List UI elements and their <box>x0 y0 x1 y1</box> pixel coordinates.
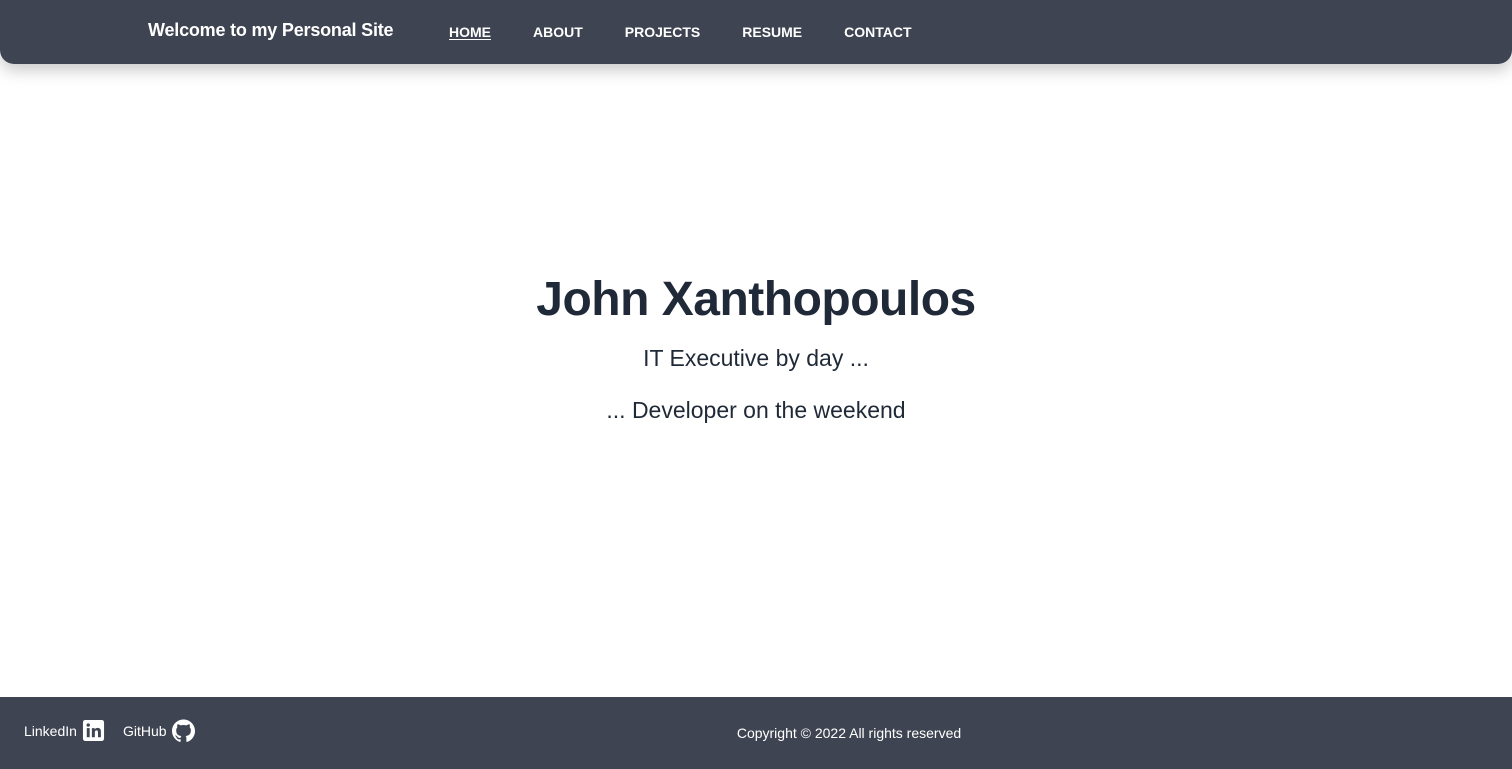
github-icon <box>171 719 195 742</box>
linkedin-icon <box>82 719 105 742</box>
linkedin-label: LinkedIn <box>24 722 77 739</box>
nav-contact-link[interactable]: CONTACT <box>844 24 911 40</box>
site-title[interactable]: Welcome to my Personal Site <box>148 20 394 41</box>
footer: LinkedIn GitHub Copyright © 2022 All rig… <box>0 697 1512 769</box>
copyright-container: Copyright © 2022 All rights reserved <box>0 725 1512 741</box>
nav-home-link[interactable]: HOME <box>449 24 491 40</box>
nav-resume-link[interactable]: RESUME <box>742 24 802 40</box>
page: Welcome to my Personal Site HOME ABOUT P… <box>0 0 1512 769</box>
github-link[interactable]: GitHub <box>123 719 195 742</box>
hero-tagline-weekend: ... Developer on the weekend <box>606 397 906 423</box>
github-label: GitHub <box>122 722 167 739</box>
linkedin-link[interactable]: LinkedIn <box>24 719 105 742</box>
nav-about-link[interactable]: ABOUT <box>533 24 583 40</box>
social-links: LinkedIn GitHub <box>24 719 213 742</box>
hero-tagline-day: IT Executive by day ... <box>643 345 869 371</box>
hero-section: John Xanthopoulos IT Executive by day ..… <box>0 270 1512 424</box>
main-nav: HOME ABOUT PROJECTS RESUME CONTACT <box>449 24 954 40</box>
nav-projects-link[interactable]: PROJECTS <box>625 24 700 40</box>
copyright-text: Copyright © 2022 All rights reserved <box>736 725 962 741</box>
top-navbar: Welcome to my Personal Site HOME ABOUT P… <box>0 0 1512 64</box>
hero-name: John Xanthopoulos <box>536 273 976 326</box>
